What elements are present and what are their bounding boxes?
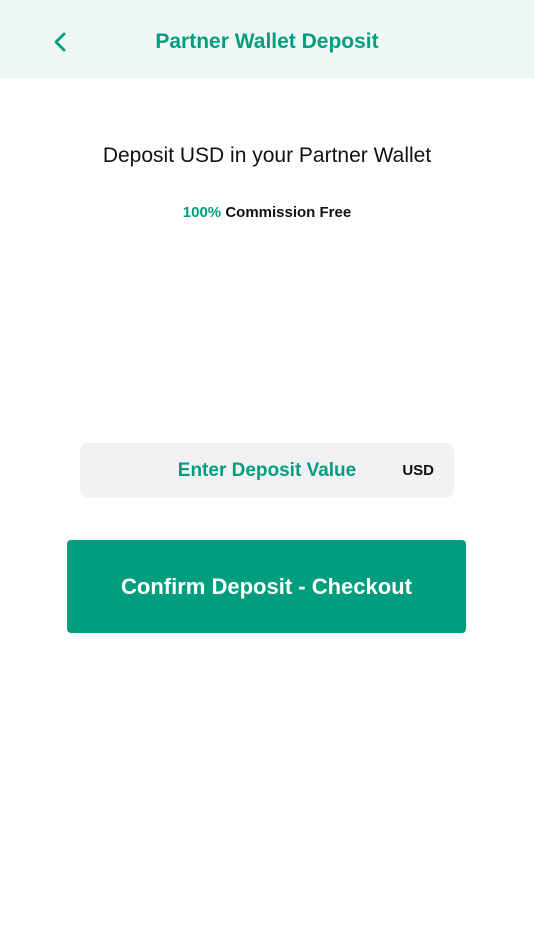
commission-percent: 100% [182, 204, 222, 221]
deposit-field: USD [80, 443, 454, 498]
confirm-deposit-button[interactable]: Confirm Deposit - Checkout [67, 540, 466, 633]
nav-bar: Partner Wallet Deposit [0, 0, 534, 78]
back-button[interactable] [42, 24, 78, 60]
currency-label: USD [402, 462, 434, 479]
deposit-screen: Partner Wallet Deposit Deposit USD in yo… [0, 0, 534, 950]
deposit-heading: Deposit USD in your Partner Wallet [102, 144, 432, 167]
commission-text: Commission Free [225, 204, 352, 221]
chevron-left-icon [54, 32, 66, 52]
commission-info: 100% Commission Free [0, 204, 534, 221]
deposit-value-input[interactable] [80, 443, 454, 498]
page-title: Partner Wallet Deposit [155, 30, 379, 53]
